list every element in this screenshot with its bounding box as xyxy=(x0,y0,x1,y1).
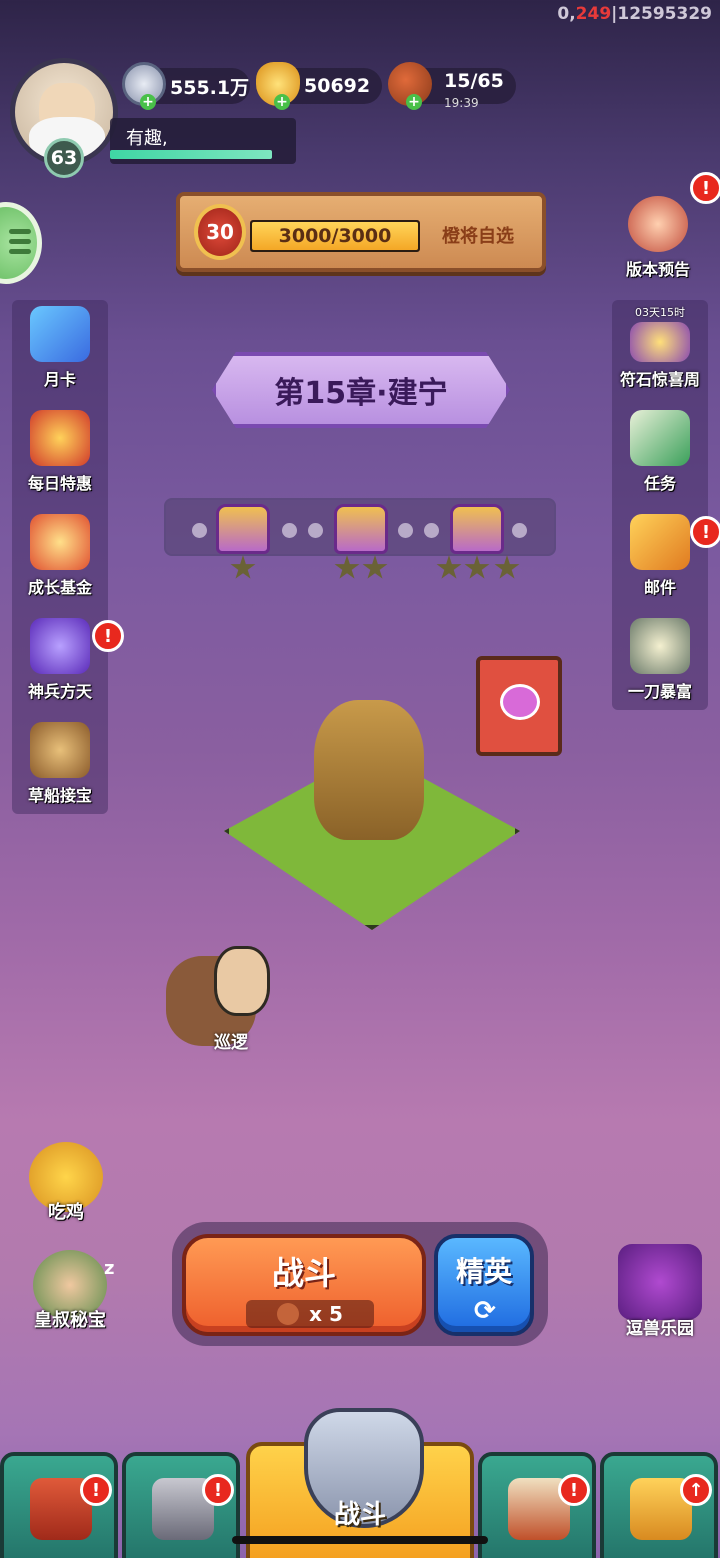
progress-dot xyxy=(192,523,207,538)
player-level-badge: 63 xyxy=(44,138,84,178)
monthly-card-icon xyxy=(30,306,90,362)
quest-button[interactable]: 任务 xyxy=(614,404,706,500)
chapter-title-plate[interactable]: 第15章·建宁 xyxy=(196,352,526,428)
right-side-menu: 03天15时 符石惊喜周 任务 邮件 一刀暴富 xyxy=(612,300,708,710)
stamina-amount: 15/65 xyxy=(444,70,504,92)
horn-alert-icon: ! xyxy=(558,1474,590,1506)
mail-icon xyxy=(630,514,690,570)
divine-weapon-icon xyxy=(30,618,90,674)
fortune-slash-icon xyxy=(630,618,690,674)
progress-dot xyxy=(282,523,297,538)
progress-dot xyxy=(398,523,413,538)
star-chest-3-icon[interactable] xyxy=(450,504,504,554)
straw-boat-icon xyxy=(30,722,90,778)
progress-dot xyxy=(512,523,527,538)
fight-cost: x 5 xyxy=(246,1300,374,1328)
pet-park-icon xyxy=(618,1244,702,1320)
star-icon xyxy=(494,555,520,579)
divine-weapon-alert-icon: ! xyxy=(92,620,124,652)
chicken-button[interactable]: 吃鸡 xyxy=(16,1142,116,1224)
version-preview-alert-icon: ! xyxy=(690,172,720,204)
version-preview-icon xyxy=(628,196,688,252)
player-xp-bar xyxy=(110,150,272,159)
orange-general-pick-label: 橙将自选 xyxy=(442,226,514,247)
paw-print-icon xyxy=(500,684,540,720)
nav-battle-label: 战斗 xyxy=(333,1500,386,1530)
version-preview-button[interactable]: 版本预告 xyxy=(612,190,704,286)
silver-currency[interactable]: + 555.1万 xyxy=(122,62,250,110)
growth-fund-icon xyxy=(30,514,90,570)
hero-icon xyxy=(214,946,270,1016)
heroes-alert-icon: ! xyxy=(202,1474,234,1506)
quest-scroll-icon xyxy=(630,410,690,466)
refresh-icon: ⟳ xyxy=(474,1296,496,1326)
daily-deal-button[interactable]: 每日特惠 xyxy=(14,404,106,500)
pet-park-button[interactable]: 逗兽乐园 xyxy=(608,1244,712,1344)
left-side-menu: 月卡 每日特惠 成长基金 神兵方天 草船接宝 xyxy=(12,300,108,814)
nav-tab-upgrade[interactable]: ↑ xyxy=(600,1452,718,1558)
straw-boat-button[interactable]: 草船接宝 xyxy=(14,716,106,812)
gold-amount: 50692 xyxy=(304,75,371,97)
add-stamina-icon[interactable]: + xyxy=(406,94,422,110)
home-indicator xyxy=(232,1536,488,1544)
star-icon xyxy=(362,555,388,579)
add-gold-icon[interactable]: + xyxy=(274,94,290,110)
mail-alert-icon: ! xyxy=(690,516,720,548)
stamina-timer: 19:39 xyxy=(444,96,479,110)
patrol-rider[interactable]: 巡逻 xyxy=(166,946,276,1056)
star-icon xyxy=(464,555,490,579)
star-chest-2-icon[interactable] xyxy=(334,504,388,554)
star-chest-1-icon[interactable] xyxy=(216,504,270,554)
banner-progress-bar: 3000/3000 xyxy=(250,220,420,252)
rune-week-icon xyxy=(630,322,690,362)
general-select-banner[interactable]: 30 3000/3000 橙将自选 xyxy=(176,192,546,272)
divine-weapon-button[interactable]: 神兵方天 xyxy=(14,612,106,708)
fortune-slash-button[interactable]: 一刀暴富 xyxy=(614,612,706,708)
nav-tab-city[interactable]: ! xyxy=(0,1452,118,1558)
nav-tab-heroes[interactable]: ! xyxy=(122,1452,240,1558)
rank-medal-icon: 30 xyxy=(194,204,246,260)
rune-week-button[interactable]: 03天15时 符石惊喜周 xyxy=(614,300,706,396)
player-name: 有趣, xyxy=(126,128,168,149)
elite-button[interactable]: 精英 ⟳ xyxy=(434,1234,534,1336)
beast-stage-flag[interactable] xyxy=(470,636,580,776)
city-alert-icon: ! xyxy=(80,1474,112,1506)
add-silver-icon[interactable]: + xyxy=(140,94,156,110)
progress-dot xyxy=(424,523,439,538)
nav-tab-horn[interactable]: ! xyxy=(478,1452,596,1558)
patrol-label: 巡逻 xyxy=(214,1033,248,1053)
star-icon xyxy=(436,555,462,579)
ancient-tree-icon xyxy=(314,700,424,840)
growth-fund-button[interactable]: 成长基金 xyxy=(14,508,106,604)
gold-currency[interactable]: + 50692 xyxy=(256,62,382,110)
upgrade-arrow-icon: ↑ xyxy=(680,1474,712,1506)
sleep-indicator: z xyxy=(104,1258,115,1279)
daily-deal-icon xyxy=(30,410,90,466)
player-name-bar[interactable]: 有趣, xyxy=(110,118,296,164)
monthly-card-button[interactable]: 月卡 xyxy=(14,300,106,396)
side-menu-toggle[interactable] xyxy=(0,202,42,284)
chapter-title: 第15章·建宁 xyxy=(274,376,448,411)
silver-amount: 555.1万 xyxy=(170,76,250,99)
fight-button[interactable]: 战斗 x 5 xyxy=(182,1234,426,1336)
meat-drumstick-icon xyxy=(277,1303,300,1325)
progress-dot xyxy=(308,523,323,538)
star-icon xyxy=(230,555,256,579)
debug-counter: 0,249|12595329 xyxy=(557,4,712,24)
star-icon xyxy=(334,555,360,579)
banner-progress-text: 3000/3000 xyxy=(278,225,392,247)
rune-week-timer: 03天15时 xyxy=(635,306,685,319)
